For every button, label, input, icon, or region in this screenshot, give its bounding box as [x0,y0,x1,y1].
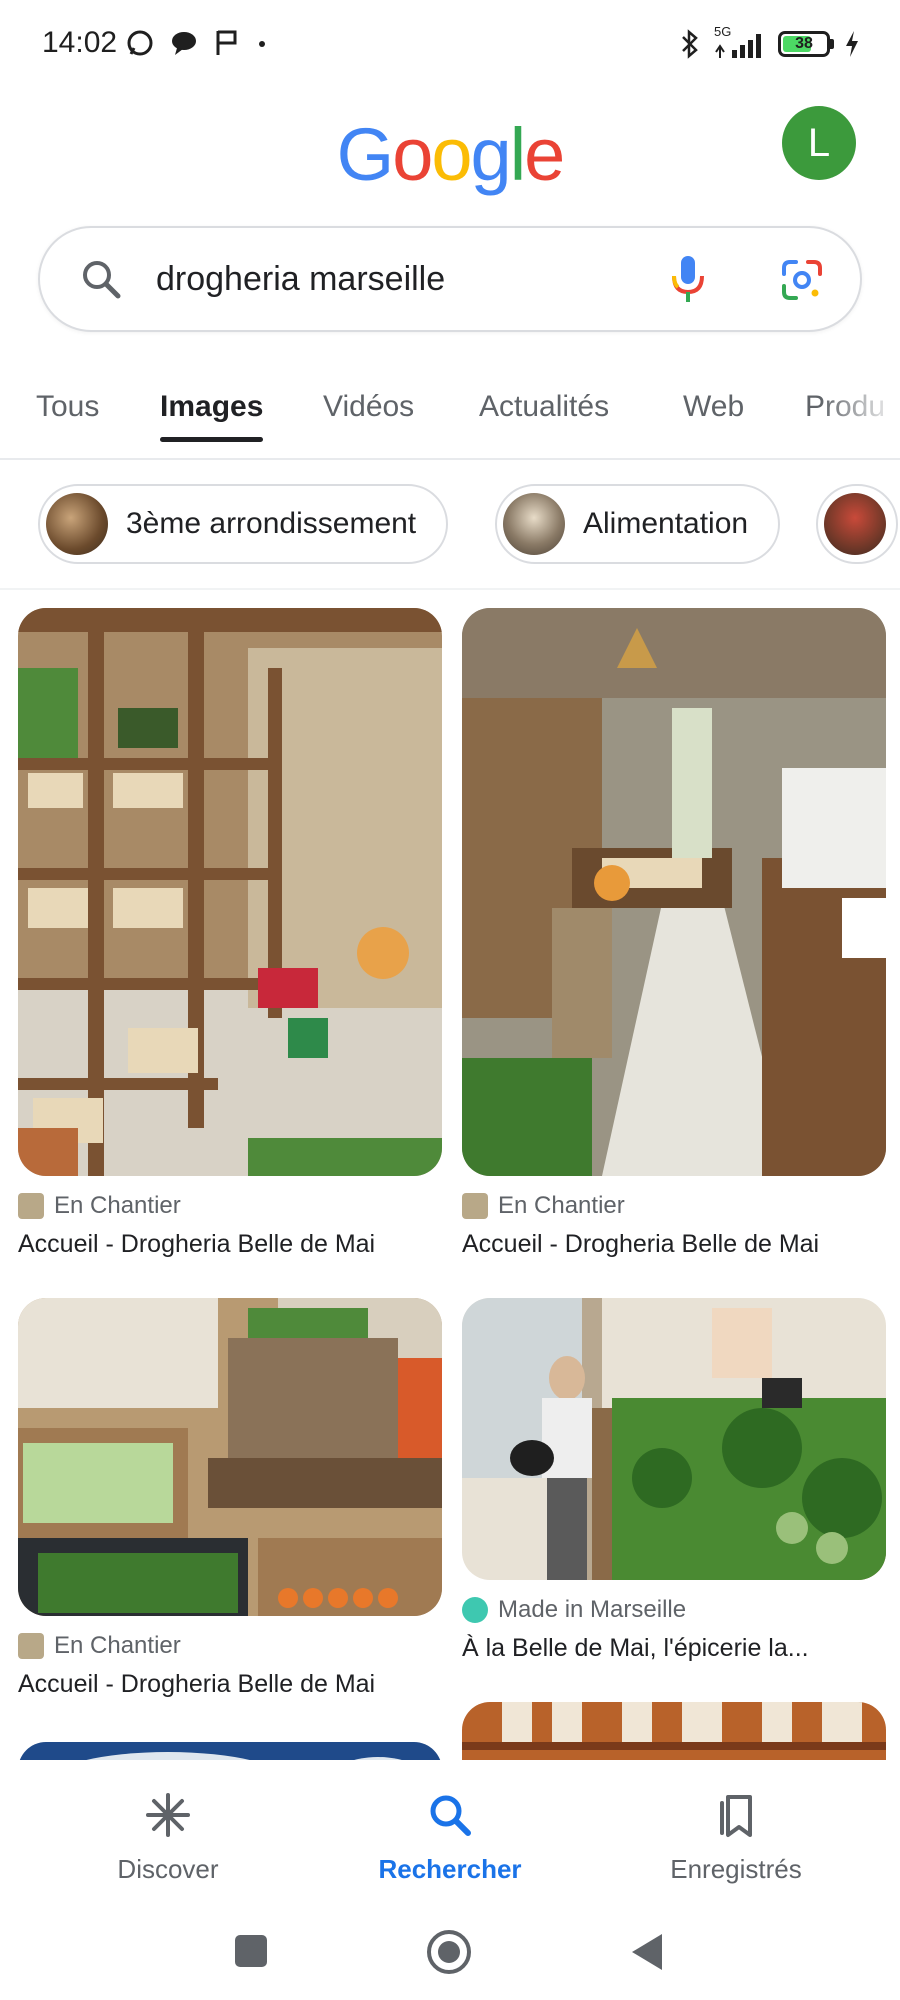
filter-chips: 3ème arrondissement Alimentation [0,480,900,570]
partial-image [18,1742,442,1760]
chip-thumbnail [824,493,886,555]
image-results: En Chantier Accueil - Drogheria Belle de… [0,600,900,1760]
tab-videos[interactable]: Vidéos [323,390,414,442]
bookmarks-icon [720,1795,752,1837]
chip-thumbnail [503,493,565,555]
bluetooth-icon [682,29,698,59]
dot-icon [259,41,265,47]
result-image-4[interactable] [462,1298,886,1580]
result-title[interactable]: Accueil - Drogheria Belle de Mai [18,1230,448,1259]
battery-level: 38 [795,35,813,52]
logo-letter: e [524,113,565,196]
whatsapp-icon [127,30,153,56]
result-image-1[interactable] [18,608,442,1176]
chip-label: Alimentation [583,507,749,540]
home-icon[interactable] [425,1928,473,1976]
search-box[interactable]: drogheria marseille [38,226,862,332]
search-tabs: Tous Images Vidéos Actualités Web Produ [0,380,900,460]
asterisk-icon [146,1793,190,1837]
result-title[interactable]: À la Belle de Mai, l'épicerie la... [462,1634,892,1663]
logo-letter: l [509,113,527,196]
result-image-5[interactable] [18,1742,442,1760]
chip-label: 3ème arrondissement [126,507,417,540]
logo-letter: G [336,113,395,196]
result-meta-4[interactable]: Made in Marseille À la Belle de Mai, l'é… [462,1596,892,1663]
tab-images[interactable]: Images [160,390,264,442]
result-source: En Chantier [54,1192,181,1219]
notification-icons [125,28,269,58]
result-image-3[interactable] [18,1298,442,1616]
site-favicon [18,1633,44,1659]
tab-actualites[interactable]: Actualités [479,390,609,442]
site-favicon [462,1597,488,1623]
account-avatar[interactable]: L [782,106,856,180]
google-lens-icon[interactable] [780,258,824,302]
result-image-6[interactable] [462,1702,886,1760]
nav-label: Discover [117,1854,219,1884]
search-icon [430,1795,471,1836]
vegetable-crates-image [18,1298,442,1616]
chip-alimentation[interactable]: Alimentation [495,484,781,564]
result-meta-2[interactable]: En Chantier Accueil - Drogheria Belle de… [462,1192,892,1259]
tab-web[interactable]: Web [683,390,744,442]
logo-letter: o [431,113,472,196]
chip-more[interactable] [816,484,898,564]
recents-icon[interactable] [234,1934,268,1968]
logo-letter: g [470,113,512,196]
logo-letter: o [392,113,433,196]
result-meta-3[interactable]: En Chantier Accueil - Drogheria Belle de… [18,1632,448,1699]
partial-image [462,1702,886,1760]
search-query[interactable]: drogheria marseille [156,260,445,299]
woman-shopping-image [462,1298,886,1580]
result-image-2[interactable] [462,608,886,1176]
shop-shelves-image [18,608,442,1176]
google-logo[interactable]: Google [0,112,900,197]
back-icon[interactable] [630,1932,664,1972]
chip-thumbnail [46,493,108,555]
nav-label: Rechercher [378,1854,522,1884]
shop-aisle-image [462,608,886,1176]
charging-icon [846,31,858,57]
status-time: 14:02 [42,26,118,59]
status-bar: 14:02 5G 38 [0,0,900,90]
signal-icon: 5G [712,24,768,60]
system-navigation [0,1900,900,2000]
flag-icon [216,30,237,55]
nav-rechercher[interactable]: Rechercher [340,1790,560,1885]
bottom-navigation: Discover Rechercher Enregistrés [0,1760,900,1900]
result-title[interactable]: Accueil - Drogheria Belle de Mai [18,1670,448,1699]
chat-icon [172,32,196,55]
battery-indicator: 38 [778,31,834,57]
result-source: En Chantier [498,1192,625,1219]
tab-tous[interactable]: Tous [36,390,99,442]
result-title[interactable]: Accueil - Drogheria Belle de Mai [462,1230,892,1259]
nav-discover[interactable]: Discover [58,1790,278,1885]
nav-label: Enregistrés [670,1854,802,1884]
site-favicon [462,1193,488,1219]
result-meta-1[interactable]: En Chantier Accueil - Drogheria Belle de… [18,1192,448,1259]
search-icon[interactable] [78,256,124,302]
nav-enregistres[interactable]: Enregistrés [626,1790,846,1885]
result-source: En Chantier [54,1632,181,1659]
system-icons: 5G 38 [678,24,860,60]
result-source: Made in Marseille [498,1596,687,1623]
site-favicon [18,1193,44,1219]
microphone-icon[interactable] [670,254,706,306]
chip-3eme-arrondissement[interactable]: 3ème arrondissement [38,484,449,564]
